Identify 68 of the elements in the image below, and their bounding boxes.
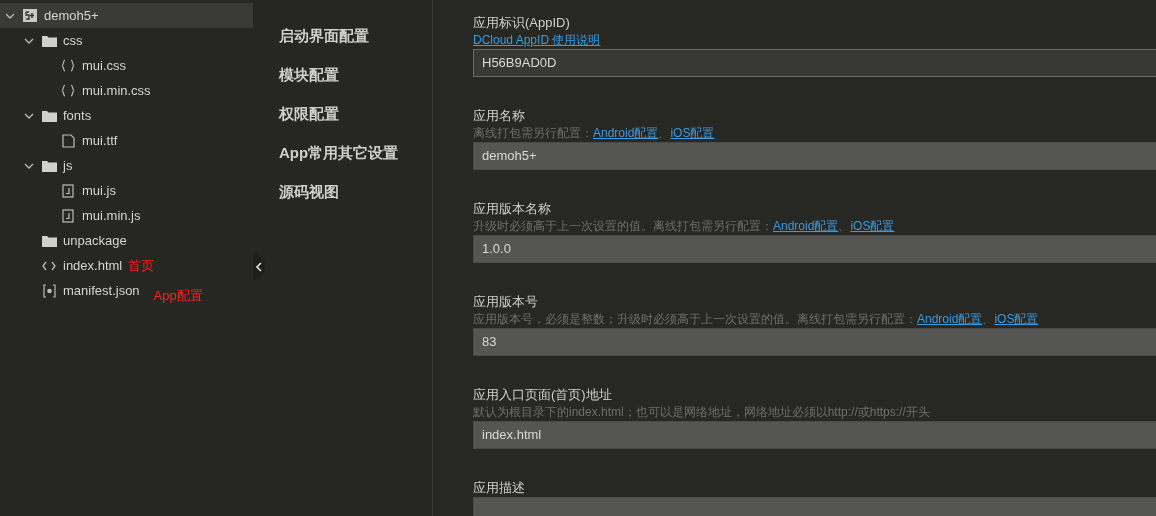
nav-item[interactable]: 模块配置 (279, 64, 432, 86)
text-field[interactable]: 83 (473, 328, 1156, 356)
file-name: mui.min.css (82, 81, 151, 100)
file-icon (61, 133, 75, 148)
folder-icon (41, 234, 57, 247)
tree-item[interactable]: index.html 首页 (0, 253, 253, 278)
file-name: manifest.json (63, 281, 140, 300)
help-link[interactable]: Android配置 (773, 218, 839, 235)
file-name: demoh5+ (44, 6, 99, 25)
tree-item[interactable]: css (0, 28, 253, 53)
separator: 、 (658, 125, 671, 142)
help-link[interactable]: Android配置 (917, 311, 983, 328)
folder-icon (41, 34, 57, 47)
code-icon (42, 260, 56, 271)
help-link[interactable]: iOS配置 (850, 218, 895, 235)
help-link[interactable]: Android配置 (593, 125, 659, 142)
field-label: 应用描述 (473, 479, 526, 497)
tree-item[interactable]: fonts (0, 103, 253, 128)
field-label: 应用版本名称 (473, 200, 552, 218)
field-label: 应用入口页面(首页)地址 (473, 386, 613, 404)
separator: 、 (838, 218, 851, 235)
field-hint: 离线打包需另行配置： (473, 125, 593, 142)
file-name: mui.js (82, 181, 116, 200)
text-field[interactable]: index.html (473, 421, 1156, 449)
collapse-handle[interactable] (253, 254, 265, 280)
help-link[interactable]: DCloud AppID 使用说明 (473, 32, 601, 49)
help-link[interactable]: iOS配置 (670, 125, 715, 142)
project-icon (23, 9, 37, 22)
help-link[interactable]: iOS配置 (994, 311, 1039, 328)
field-label: 应用名称 (473, 107, 526, 125)
file-name: mui.css (82, 56, 127, 75)
tree-item[interactable]: mui.css (0, 53, 253, 78)
nav-item[interactable]: 启动界面配置 (279, 25, 432, 47)
file-name: mui.min.js (82, 206, 141, 225)
file-name: mui.ttf (82, 131, 118, 150)
file-name: fonts (63, 106, 92, 125)
file-name: index.html (63, 256, 123, 275)
braces-icon (61, 84, 75, 97)
tree-item[interactable]: demoh5+ (0, 3, 253, 28)
text-field[interactable]: H56B9AD0D (473, 49, 1156, 77)
tree-item[interactable]: js (0, 153, 253, 178)
tree-item[interactable]: unpackage (0, 228, 253, 253)
file-name: css (63, 31, 83, 50)
js-file-icon (62, 183, 74, 198)
annotation: 首页 (128, 256, 155, 275)
tree-item[interactable]: mui.ttf (0, 128, 253, 153)
file-name: js (63, 156, 73, 175)
file-name: unpackage (63, 231, 127, 250)
nav-item[interactable]: App常用其它设置 (279, 142, 432, 164)
tree-item[interactable]: mui.min.js (0, 203, 253, 228)
separator: 、 (982, 311, 995, 328)
field-label: 应用标识(AppID) (473, 14, 571, 32)
text-field[interactable]: 1.0.0 (473, 235, 1156, 263)
nav-item[interactable]: 源码视图 (279, 181, 432, 203)
folder-icon (41, 159, 57, 172)
chevron-left-icon (256, 262, 262, 272)
tree-item[interactable]: mui.min.css (0, 78, 253, 103)
tree-item[interactable]: manifest.json App配置 (0, 278, 253, 303)
tree-item[interactable]: mui.js (0, 178, 253, 203)
annotation: App配置 (153, 286, 203, 305)
field-hint: 默认为根目录下的index.html；也可以是网络地址，网络地址必须以http://或https://开头 (473, 404, 930, 421)
folder-icon (41, 109, 57, 122)
settings-icon (42, 283, 56, 298)
braces-icon (61, 59, 75, 72)
js-file-icon (62, 208, 74, 223)
field-label: 应用版本号 (473, 293, 539, 311)
text-field[interactable]: demoh5+ (473, 142, 1156, 170)
nav-item[interactable]: 权限配置 (279, 103, 432, 125)
